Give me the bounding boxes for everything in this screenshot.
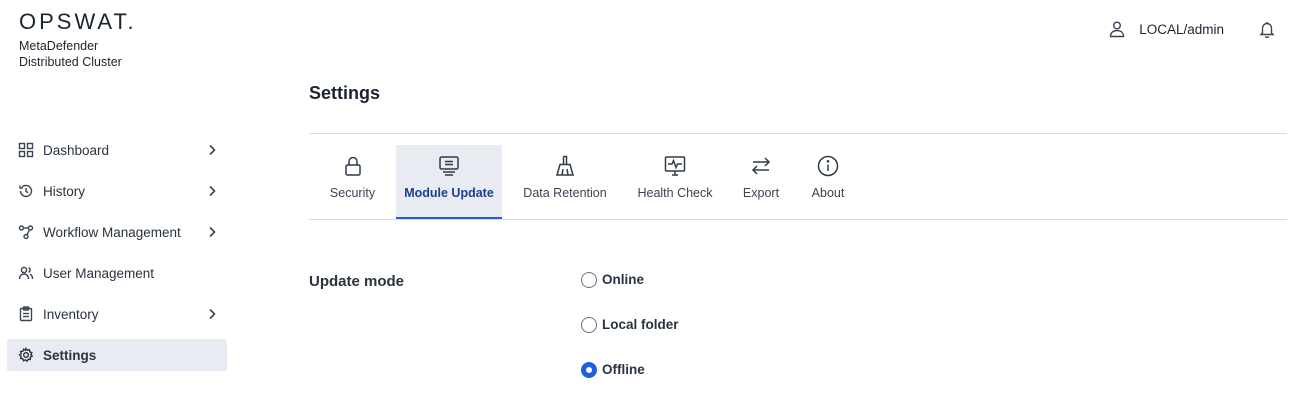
sidebar-item-user-management[interactable]: User Management [7, 257, 227, 289]
tab-module-update[interactable]: Module Update [396, 145, 502, 220]
radio-label[interactable]: Local folder [602, 316, 679, 334]
tab-security[interactable]: Security [309, 145, 396, 220]
tab-label: Module Update [404, 186, 494, 200]
radio-button-checked[interactable] [581, 362, 597, 378]
broom-icon [553, 154, 577, 178]
grid-icon [18, 142, 34, 158]
tab-export[interactable]: Export [722, 145, 800, 220]
info-icon [816, 154, 840, 178]
radio-option-online[interactable]: Online [581, 271, 679, 316]
product-name-line1: MetaDefender [19, 39, 99, 53]
logo-wordmark: OPSWAT. [19, 9, 137, 34]
clipboard-icon [18, 306, 34, 322]
sidebar-item-label: Inventory [43, 306, 99, 322]
sidebar-item-label: User Management [43, 265, 155, 281]
divider [309, 133, 1287, 134]
tab-health-check[interactable]: Health Check [628, 145, 722, 220]
workflow-icon [18, 224, 34, 240]
sidebar-item-label: History [43, 183, 86, 199]
page-title: Settings [309, 83, 381, 103]
update-mode-radio-group: Online Local folder Offline [581, 271, 679, 406]
lock-icon [341, 154, 365, 178]
sidebar-item-label: Settings [43, 347, 97, 363]
sidebar-item-inventory[interactable]: Inventory [7, 298, 227, 330]
radio-label[interactable]: Online [602, 271, 644, 289]
chevron-right-icon [205, 307, 219, 321]
sidebar: OPSWAT. MetaDefender Distributed Cluster… [0, 0, 240, 407]
user-icon[interactable] [1108, 20, 1126, 38]
tab-label: Export [742, 186, 780, 200]
monitor-pulse-icon [663, 154, 687, 178]
tab-label: About [811, 186, 845, 200]
brand-logo[interactable]: OPSWAT. MetaDefender Distributed Cluster [19, 11, 137, 70]
divider [309, 219, 1287, 220]
chevron-right-icon [205, 143, 219, 157]
chevron-right-icon [205, 184, 219, 198]
sidebar-nav: Dashboard History Workflow Management Us… [7, 134, 227, 380]
radio-button[interactable] [581, 317, 597, 333]
users-icon [18, 265, 34, 281]
sidebar-item-history[interactable]: History [7, 175, 227, 207]
radio-option-offline[interactable]: Offline [581, 361, 679, 406]
history-icon [18, 183, 34, 199]
product-name-line2: Distributed Cluster [19, 55, 122, 69]
tab-data-retention[interactable]: Data Retention [502, 145, 628, 220]
settings-tabs: Security Module Update Data Retention He… [309, 145, 856, 220]
sidebar-item-settings[interactable]: Settings [7, 339, 227, 371]
topbar: LOCAL/admin [1108, 20, 1276, 39]
bell-icon[interactable] [1258, 20, 1276, 39]
tab-label: Security [329, 186, 376, 200]
tab-label: Data Retention [523, 186, 607, 200]
arrows-exchange-icon [749, 154, 773, 178]
sidebar-item-label: Dashboard [43, 142, 110, 158]
gear-icon [18, 347, 34, 363]
sidebar-item-label: Workflow Management [43, 224, 181, 240]
update-mode-label: Update mode [309, 273, 405, 290]
sidebar-item-dashboard[interactable]: Dashboard [7, 134, 227, 166]
radio-option-local-folder[interactable]: Local folder [581, 316, 679, 361]
radio-label[interactable]: Offline [602, 361, 645, 379]
tab-about[interactable]: About [800, 145, 856, 220]
module-update-icon [437, 154, 461, 178]
tab-label: Health Check [637, 186, 713, 200]
chevron-right-icon [205, 225, 219, 239]
user-menu-label[interactable]: LOCAL/admin [1139, 22, 1224, 37]
radio-button[interactable] [581, 272, 597, 288]
sidebar-item-workflow-management[interactable]: Workflow Management [7, 216, 227, 248]
